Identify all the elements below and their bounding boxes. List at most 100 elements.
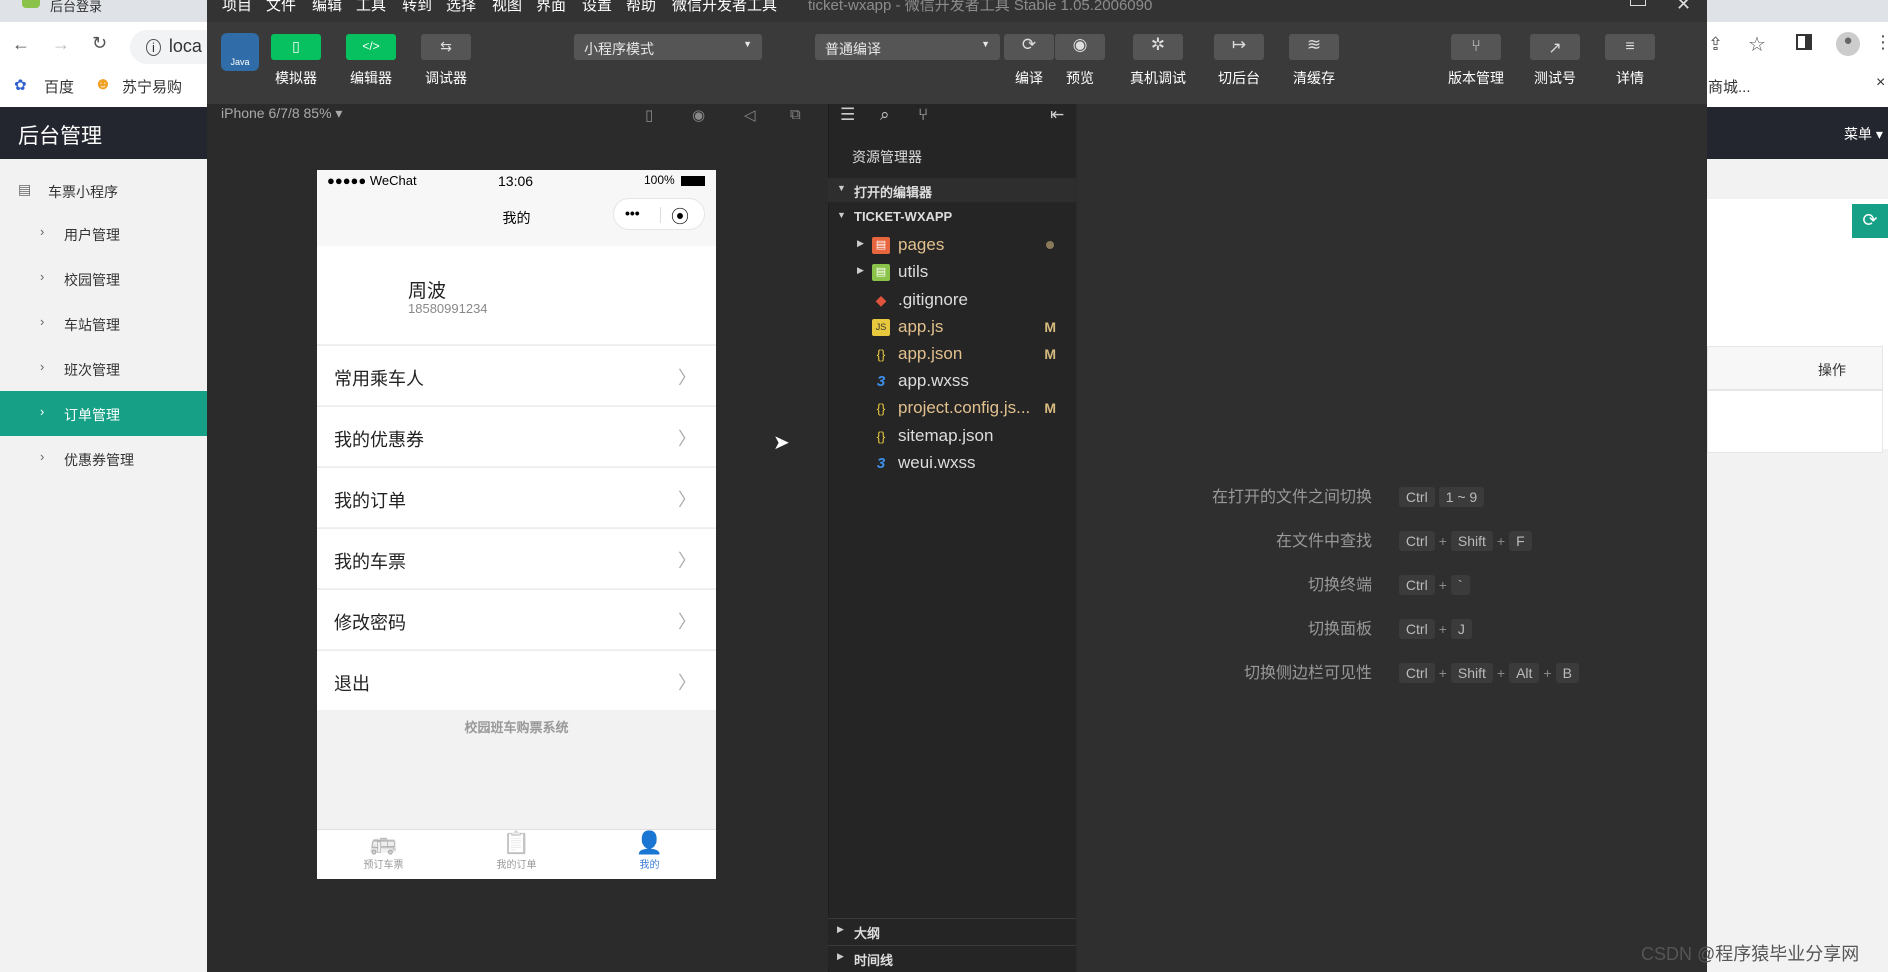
file-item-gitignore[interactable]: ◆ .gitignore	[828, 287, 1076, 314]
sidebar-item-users[interactable]: › 用户管理	[0, 211, 207, 256]
open-editors-section[interactable]: ▼ 打开的编辑器	[828, 178, 1076, 202]
expand-icon: ▶	[857, 238, 864, 248]
file-name: app.wxss	[898, 371, 969, 390]
remote-debug-button[interactable]: ✲	[1133, 34, 1183, 60]
timeline-section[interactable]: ▶ 时间线	[828, 945, 1076, 969]
files-icon[interactable]: ☰	[840, 105, 855, 125]
menu-coupons[interactable]: 我的优惠券 〉	[317, 406, 716, 466]
profile-icon[interactable]: ●	[1836, 32, 1860, 56]
menu-settings[interactable]: 设置	[582, 0, 612, 15]
sidebar-item-label: 校园管理	[64, 272, 120, 288]
tab-my-orders[interactable]: 📋 我的订单	[450, 830, 583, 871]
file-item-pages[interactable]: ▶ ▤ pages	[828, 232, 1076, 259]
mini-capsule: ••• ⦿	[613, 198, 705, 230]
close-icon[interactable]: ✕	[1676, 0, 1691, 15]
bookmark-mall[interactable]: 商城...	[1708, 76, 1751, 97]
tab-book-ticket[interactable]: 🚌 预订车票	[317, 830, 450, 871]
star-icon[interactable]: ☆	[1748, 32, 1766, 57]
browser-favicon	[22, 0, 40, 8]
sidebar-item-coupons[interactable]: › 优惠券管理	[0, 436, 207, 481]
refresh-button[interactable]: ⟳	[1852, 204, 1888, 238]
more-dots-icon[interactable]: •••	[625, 205, 640, 221]
plus-sign: +	[1496, 533, 1506, 549]
admin-menu-button[interactable]: 菜单 ▾	[1844, 124, 1883, 144]
back-icon[interactable]: ←	[12, 34, 30, 55]
menu-orders[interactable]: 我的订单 〉	[317, 467, 716, 527]
popout-icon[interactable]: ⧉	[790, 106, 801, 123]
menu-passengers[interactable]: 常用乘车人 〉	[317, 345, 716, 405]
project-avatar[interactable]: Java	[221, 33, 259, 71]
details-button[interactable]: ≡	[1605, 34, 1655, 60]
project-section[interactable]: ▼ TICKET-WXAPP	[828, 205, 1076, 229]
editor-toggle[interactable]: </>	[346, 34, 396, 60]
file-item-weui-wxss[interactable]: 3 weui.wxss	[828, 450, 1076, 477]
compile-button[interactable]: ⟳	[1004, 34, 1054, 60]
phone-status-bar: ●●●●● WeChat 13:06 100%	[317, 170, 716, 192]
test-account-button[interactable]: ↗	[1530, 34, 1580, 60]
record-icon[interactable]: ◉	[692, 106, 705, 124]
app-icon: ▤	[18, 181, 32, 197]
file-item-app-json[interactable]: {} app.json M	[828, 341, 1076, 368]
menu-project[interactable]: 项目	[222, 0, 252, 15]
menu-change-password[interactable]: 修改密码 〉	[317, 589, 716, 649]
menu-edit[interactable]: 编辑	[312, 0, 342, 15]
compile-select[interactable]: 普通编译 ▼	[815, 34, 1000, 60]
shortcut-row: 切换侧边栏可见性 Ctrl + Shift + Alt + B	[1122, 659, 1642, 683]
sidebar-item-ticket-app[interactable]: ▤ 车票小程序	[0, 168, 207, 213]
source-control-icon[interactable]: ⑂	[918, 105, 928, 125]
js-icon: JS	[872, 319, 890, 336]
bus-icon: 🚌	[369, 830, 398, 855]
menu-view[interactable]: 视图	[492, 0, 522, 15]
tab-mine[interactable]: 👤 我的	[583, 830, 716, 871]
phone-icon[interactable]: ▯	[645, 106, 653, 124]
menu-file[interactable]: 文件	[266, 0, 296, 15]
sidebar-item-campus[interactable]: › 校园管理	[0, 256, 207, 301]
preview-button[interactable]: ◉	[1055, 34, 1105, 60]
share-icon[interactable]: ⇪	[1708, 34, 1723, 55]
sidebar-item-stations[interactable]: › 车站管理	[0, 301, 207, 346]
version-control-button[interactable]: ⑂	[1451, 34, 1501, 60]
bookmark-close-icon[interactable]: ×	[1876, 74, 1885, 92]
shortcut-key: `	[1450, 575, 1470, 595]
menu-wechat-devtools[interactable]: 微信开发者工具	[672, 0, 777, 15]
plus-sign: +	[1438, 621, 1447, 637]
sidepanel-icon[interactable]	[1796, 34, 1812, 50]
menu-logout[interactable]: 退出 〉	[317, 650, 716, 710]
outline-section[interactable]: ▶ 大纲	[828, 918, 1076, 942]
file-item-sitemap[interactable]: {} sitemap.json	[828, 423, 1076, 450]
volume-icon[interactable]: ◁	[744, 106, 756, 124]
background-button[interactable]: ↦	[1214, 34, 1264, 60]
section-label: 打开的编辑器	[854, 185, 933, 200]
file-item-app-wxss[interactable]: 3 app.wxss	[828, 368, 1076, 395]
address-bar[interactable]: i loca	[130, 30, 212, 64]
test-account-label: 测试号	[1534, 70, 1576, 86]
more-icon[interactable]: ⋮	[1874, 32, 1888, 53]
file-item-utils[interactable]: ▶ ▤ utils	[828, 259, 1076, 286]
menu-tools[interactable]: 工具	[356, 0, 386, 15]
search-icon[interactable]: ⌕	[880, 105, 890, 125]
menu-interface[interactable]: 界面	[536, 0, 566, 15]
file-item-app-js[interactable]: JS app.js M	[828, 314, 1076, 341]
capsule-close-icon[interactable]: ⦿	[671, 203, 689, 229]
forward-icon[interactable]: →	[52, 34, 70, 55]
reload-icon[interactable]: ↻	[92, 33, 107, 54]
bookmark-baidu[interactable]: 百度	[44, 76, 74, 97]
menu-select[interactable]: 选择	[446, 0, 476, 15]
maximize-icon[interactable]	[1630, 0, 1646, 6]
menu-tickets[interactable]: 我的车票 〉	[317, 528, 716, 588]
mode-select[interactable]: 小程序模式 ▼	[574, 34, 762, 60]
file-item-project-config[interactable]: {} project.config.js... M	[828, 395, 1076, 422]
collapse-panel-icon[interactable]: ⇤	[1050, 105, 1064, 125]
bookmark-suning[interactable]: 苏宁易购	[122, 76, 182, 97]
chevron-right-icon: ›	[40, 449, 45, 464]
device-select[interactable]: iPhone 6/7/8 85% ▾	[221, 105, 342, 122]
menu-help[interactable]: 帮助	[626, 0, 656, 15]
shortcut-key: Ctrl	[1398, 531, 1435, 551]
plus-sign: +	[1438, 533, 1447, 549]
clear-cache-button[interactable]: ≋	[1289, 34, 1339, 60]
sidebar-item-orders[interactable]: › 订单管理	[0, 391, 207, 436]
debugger-toggle[interactable]: ⇆	[421, 34, 471, 60]
simulator-toggle[interactable]: ▯	[271, 34, 321, 60]
sidebar-item-shifts[interactable]: › 班次管理	[0, 346, 207, 391]
menu-goto[interactable]: 转到	[402, 0, 432, 15]
